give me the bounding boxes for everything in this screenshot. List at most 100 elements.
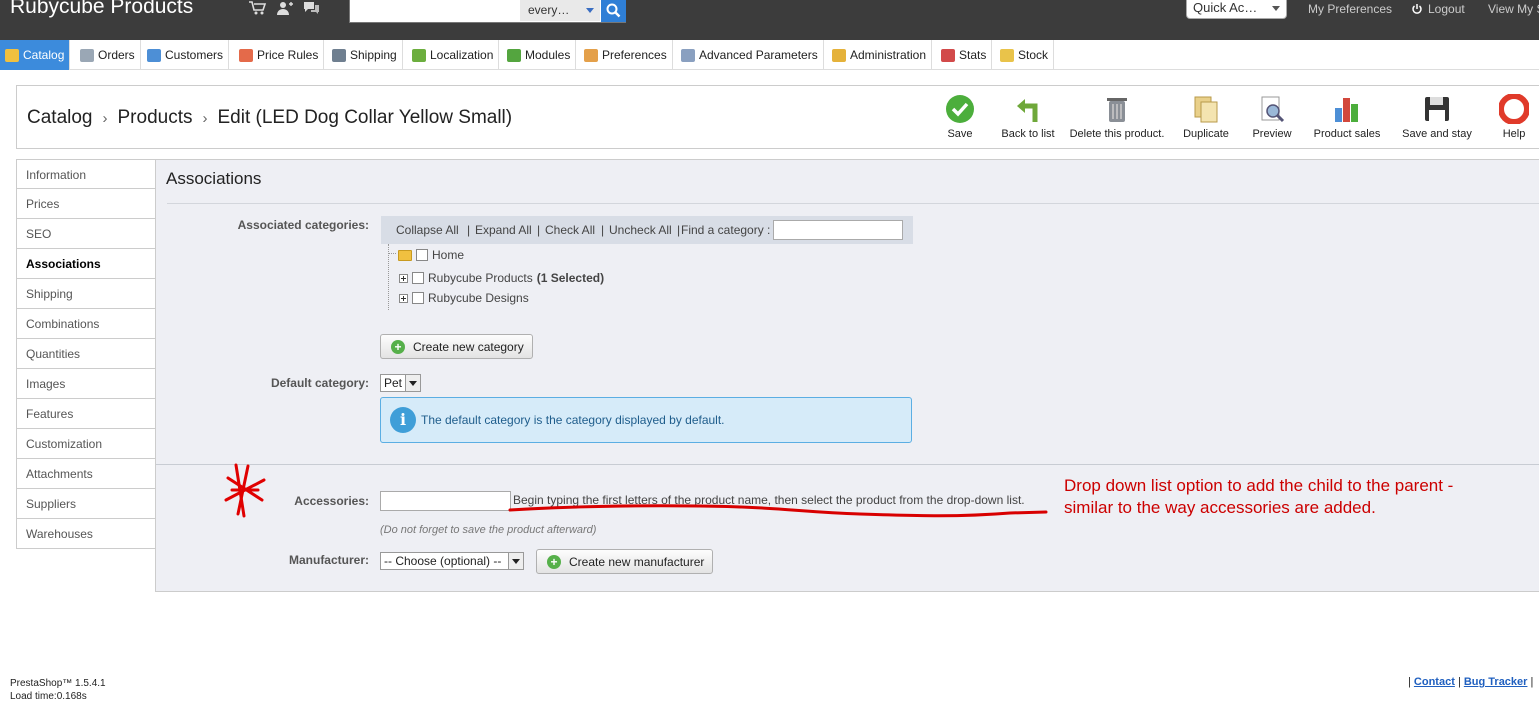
folder-open-icon[interactable] xyxy=(398,249,412,261)
home-checkbox[interactable] xyxy=(416,249,428,261)
toolbar-help-button[interactable]: Help xyxy=(1464,93,1539,140)
default-category-select[interactable]: Pet xyxy=(380,374,421,392)
create-manufacturer-button[interactable]: + Create new manufacturer xyxy=(536,549,714,574)
find-category-label: Find a category : xyxy=(681,223,771,237)
rubycube-designs-checkbox[interactable] xyxy=(412,292,424,304)
view-my-shop-link[interactable]: View My S xyxy=(1488,2,1539,16)
back-arrow-icon xyxy=(1013,94,1043,124)
my-preferences-link[interactable]: My Preferences xyxy=(1308,2,1392,16)
menu-item-label: Orders xyxy=(98,48,135,62)
search-input[interactable] xyxy=(352,0,518,21)
accessories-label: Accessories: xyxy=(294,494,369,508)
tab-features[interactable]: Features xyxy=(16,399,156,429)
cart-icon[interactable] xyxy=(248,0,267,16)
create-category-label: Create new category xyxy=(413,339,524,354)
menu-item-stats[interactable]: Stats xyxy=(936,40,993,70)
chevron-down-icon xyxy=(1272,6,1280,11)
quick-access-label: Quick Ac… xyxy=(1193,0,1258,15)
check-all-link[interactable]: Check All xyxy=(545,223,595,237)
preview-icon xyxy=(1257,94,1287,124)
manufacturer-value: -- Choose (optional) -- xyxy=(384,554,502,568)
footer-links: | Contact | Bug Tracker | xyxy=(1408,676,1533,688)
section-divider xyxy=(156,464,1539,465)
tab-quantities[interactable]: Quantities xyxy=(16,339,156,369)
breadcrumb-products[interactable]: Products xyxy=(118,107,193,128)
toolbar-button-label: Back to list xyxy=(1001,128,1055,140)
menu-item-modules[interactable]: Modules xyxy=(502,40,577,70)
menu-item-orders[interactable]: Orders xyxy=(75,40,141,70)
menu-item-shipping[interactable]: Shipping xyxy=(327,40,403,70)
find-category-input[interactable] xyxy=(773,220,903,240)
header-search: every… xyxy=(349,0,626,23)
menu-item-price-rules[interactable]: Price Rules xyxy=(234,40,325,70)
tree-label-rubycube-designs[interactable]: Rubycube Designs xyxy=(428,291,529,305)
bug-tracker-link[interactable]: Bug Tracker xyxy=(1464,676,1528,688)
create-category-button[interactable]: + Create new category xyxy=(380,334,533,359)
tree-label-rubycube-products[interactable]: Rubycube Products xyxy=(428,271,533,285)
shop-name[interactable]: Rubycube Products xyxy=(10,0,193,20)
menu-item-label: Administration xyxy=(850,48,927,62)
search-button[interactable] xyxy=(601,0,626,22)
save-check-icon xyxy=(945,94,975,124)
footer-separator: | xyxy=(1457,676,1461,688)
toolbar-button-label: Help xyxy=(1502,128,1526,140)
tab-suppliers[interactable]: Suppliers xyxy=(16,489,156,519)
tab-seo[interactable]: SEO xyxy=(16,219,156,249)
tab-information[interactable]: Information xyxy=(16,159,156,189)
tab-warehouses[interactable]: Warehouses xyxy=(16,519,156,549)
tab-combinations[interactable]: Combinations xyxy=(16,309,156,339)
tree-node-home: Home xyxy=(398,248,464,262)
rubycube-products-checkbox[interactable] xyxy=(412,272,424,284)
load-time: Load time:0.168s xyxy=(10,691,87,702)
breadcrumb: Catalog › Products › Edit (LED Dog Collar Ye… xyxy=(27,107,512,129)
message-icon[interactable] xyxy=(302,0,321,16)
toolbar-delete-this-product-button[interactable]: Delete this product. xyxy=(1067,94,1167,140)
menu-item-administration[interactable]: Administration xyxy=(827,40,933,70)
customer-icon[interactable] xyxy=(275,0,294,16)
search-scope-label: every… xyxy=(528,3,570,17)
tree-line xyxy=(388,253,396,254)
menu-item-localization[interactable]: Localization xyxy=(407,40,500,70)
main-menu: Catalog Orders Customers Price Rules Shippin… xyxy=(0,40,1539,70)
tree-separator: | xyxy=(467,223,471,237)
menu-item-catalog[interactable]: Catalog xyxy=(0,40,71,70)
selected-count: (1 Selected) xyxy=(536,271,605,285)
tab-associations[interactable]: Associations xyxy=(16,249,156,279)
toolbar-product-sales-button[interactable]: Product sales xyxy=(1297,94,1397,140)
menu-item-stock[interactable]: Stock xyxy=(995,40,1055,70)
toolbar-back-to-list-button[interactable]: Back to list xyxy=(978,94,1078,140)
manufacturer-select[interactable]: -- Choose (optional) -- xyxy=(380,552,524,570)
breadcrumb-separator: › xyxy=(202,110,208,127)
trash-icon xyxy=(1102,94,1132,124)
expand-plus-icon[interactable] xyxy=(399,293,408,303)
tab-images[interactable]: Images xyxy=(16,369,156,399)
catalog-icon xyxy=(5,48,19,62)
default-category-label: Default category: xyxy=(270,376,369,390)
uncheck-all-link[interactable]: Uncheck All xyxy=(609,223,672,237)
tree-separator: | xyxy=(677,223,681,237)
expand-all-link[interactable]: Expand All xyxy=(475,223,532,237)
tab-prices[interactable]: Prices xyxy=(16,189,156,219)
top-header: Rubycube Products every… Quick Ac… My Pr… xyxy=(0,0,1539,40)
category-tree: Home Rubycube Products (1 Selected) Ruby… xyxy=(381,244,913,316)
tab-attachments[interactable]: Attachments xyxy=(16,459,156,489)
key-icon xyxy=(832,48,846,62)
collapse-all-link[interactable]: Collapse All xyxy=(396,223,459,237)
expand-plus-icon[interactable] xyxy=(399,273,408,283)
contact-link[interactable]: Contact xyxy=(1414,676,1455,688)
search-scope-select[interactable]: every… xyxy=(520,0,600,21)
tree-separator: | xyxy=(537,223,541,237)
menu-item-customers[interactable]: Customers xyxy=(142,40,230,70)
breadcrumb-catalog[interactable]: Catalog xyxy=(27,107,93,128)
menu-item-advanced-parameters[interactable]: Advanced Parameters xyxy=(676,40,824,70)
search-icon xyxy=(606,3,621,18)
footer-version: PrestaShop™ 1.5.4.1 Load time:0.168s xyxy=(10,677,106,703)
tab-customization[interactable]: Customization xyxy=(16,429,156,459)
quick-access-select[interactable]: Quick Ac… xyxy=(1186,0,1287,19)
logout-link[interactable]: Logout xyxy=(1411,2,1465,16)
menu-item-preferences[interactable]: Preferences xyxy=(579,40,673,70)
accessories-input[interactable] xyxy=(380,491,511,511)
tab-shipping[interactable]: Shipping xyxy=(16,279,156,309)
tree-label-home[interactable]: Home xyxy=(432,248,464,262)
page-toolbar: Catalog › Products › Edit (LED Dog Collar Ye… xyxy=(16,85,1539,149)
